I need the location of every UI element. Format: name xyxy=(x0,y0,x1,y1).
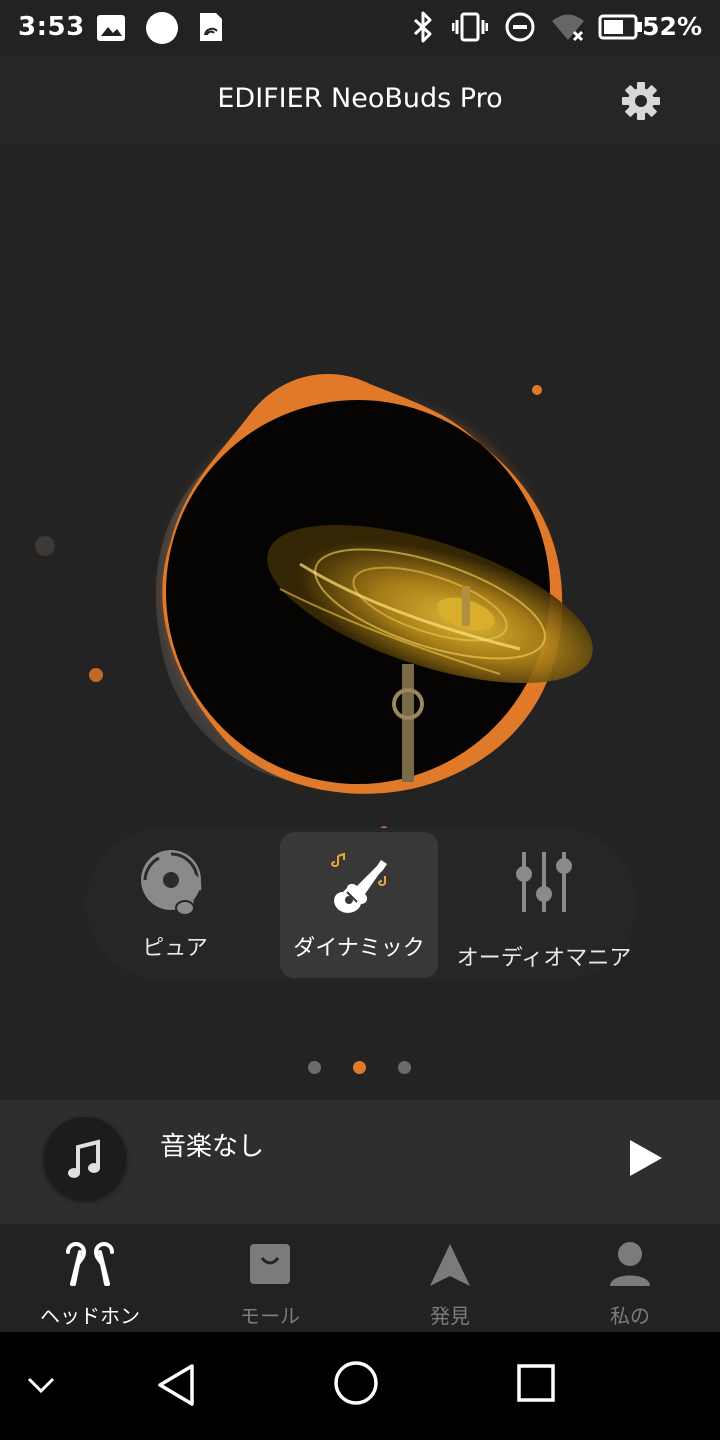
page-dot[interactable] xyxy=(398,1061,411,1074)
nav-label: 私の xyxy=(610,1304,650,1328)
nav-label: ヘッドホン xyxy=(40,1304,140,1328)
mode-label: ピュア xyxy=(142,936,208,961)
play-icon[interactable] xyxy=(622,1136,666,1180)
mode-label: オーディオマニア xyxy=(456,946,632,971)
gear-icon[interactable] xyxy=(621,81,661,121)
chevron-down-icon[interactable] xyxy=(24,1368,58,1402)
mode-label: ダイナミック xyxy=(293,936,425,961)
vibrate-icon xyxy=(452,12,488,42)
nav-discover[interactable]: 発見 xyxy=(360,1224,540,1332)
cymbal-image xyxy=(35,374,593,834)
discover-arrow-icon xyxy=(430,1244,470,1286)
recents-icon[interactable] xyxy=(516,1363,556,1403)
nav-label: モール xyxy=(240,1304,300,1328)
do-not-disturb-icon xyxy=(505,12,535,42)
mode-pure[interactable]: ピュア xyxy=(96,832,254,978)
earbuds-icon xyxy=(66,1242,114,1286)
album-cover[interactable] xyxy=(44,1117,126,1199)
bluetooth-icon xyxy=(413,11,432,43)
vinyl-note-icon xyxy=(141,850,202,916)
page-indicator xyxy=(0,1061,720,1077)
mini-player[interactable]: 音楽なし xyxy=(0,1100,720,1224)
equalizer-icon xyxy=(516,852,572,912)
mode-dynamic[interactable]: ダイナミック xyxy=(280,832,438,978)
battery-percent: 52% xyxy=(642,12,702,41)
bottom-navigation: ヘッドホン モール 発見 私の xyxy=(0,1224,720,1332)
shopping-bag-icon xyxy=(250,1244,290,1284)
nav-me[interactable]: 私の xyxy=(540,1224,720,1332)
music-note-icon xyxy=(68,1139,100,1178)
nav-label: 発見 xyxy=(430,1304,470,1328)
battery-icon xyxy=(598,14,642,40)
sound-mode-selector: ピュア ダイナミック オーディオマニア xyxy=(0,816,720,996)
system-navigation xyxy=(0,1332,720,1440)
sim-card-icon xyxy=(200,13,222,41)
wifi-off-icon xyxy=(552,14,584,42)
track-title: 音楽なし xyxy=(160,1132,265,1162)
circle-notification-icon xyxy=(146,12,178,44)
page-dot-active[interactable] xyxy=(353,1061,366,1074)
back-icon[interactable] xyxy=(154,1362,200,1408)
mode-audiophile[interactable]: オーディオマニア xyxy=(457,832,631,978)
status-bar: 3:53 52% xyxy=(0,0,720,56)
nav-headphones[interactable]: ヘッドホン xyxy=(0,1224,180,1332)
status-time: 3:53 xyxy=(18,12,85,42)
nav-mall[interactable]: モール xyxy=(180,1224,360,1332)
page-dot[interactable] xyxy=(308,1061,321,1074)
person-icon xyxy=(610,1242,650,1286)
image-icon xyxy=(97,15,125,41)
app-header: EDIFIER NeoBuds Pro xyxy=(0,56,720,144)
home-icon[interactable] xyxy=(332,1359,380,1407)
guitar-icon xyxy=(331,852,387,913)
device-title: EDIFIER NeoBuds Pro xyxy=(217,83,503,114)
